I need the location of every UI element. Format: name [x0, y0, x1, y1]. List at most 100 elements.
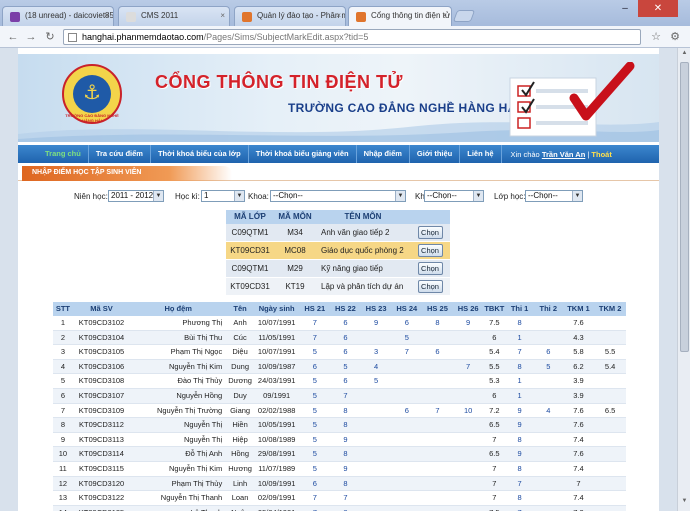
cell-thi2[interactable] [534, 491, 563, 505]
cell-hs22[interactable]: 7 [330, 389, 361, 403]
choose-subject-button[interactable]: Chọn [417, 244, 443, 257]
course-select[interactable]: --Chọn-- ▼ [424, 190, 484, 202]
vertical-scrollbar[interactable]: ▲ ▼ [677, 48, 690, 511]
cell-hs26[interactable] [453, 331, 484, 345]
cell-hs26[interactable] [453, 433, 484, 447]
cell-hs23[interactable] [361, 433, 392, 447]
cell-hs24[interactable] [391, 491, 422, 505]
semester-select[interactable]: 1 ▼ [201, 190, 245, 202]
cell-hs21[interactable]: 6 [299, 360, 330, 374]
cell-hs25[interactable] [422, 331, 453, 345]
cell-hs25[interactable] [422, 418, 453, 432]
cell-thi1[interactable]: 8 [505, 433, 534, 447]
cell-hs21[interactable]: 7 [299, 491, 330, 505]
class-select[interactable]: --Chọn-- ▼ [525, 190, 583, 202]
table-row[interactable]: 13 KT09CD3122 Nguyễn Thị Thanh Loan 02/09/19… [53, 491, 626, 506]
cell-hs25[interactable]: 7 [422, 404, 453, 418]
table-row[interactable]: 4 KT09CD3106 Nguyễn Thị Kim Dung 10/09/1987 6… [53, 359, 626, 375]
cell-hs25[interactable] [422, 477, 453, 491]
nav-teacher-timetable[interactable]: Thời khoá biểu giảng viên [249, 145, 357, 163]
cell-hs24[interactable]: 7 [391, 345, 422, 359]
cell-thi2[interactable] [534, 374, 563, 388]
cell-thi1[interactable]: 8 [505, 491, 534, 505]
browser-tab-training[interactable]: Quản lý đào tạo - Phân m × [234, 6, 346, 26]
cell-hs21[interactable]: 7 [299, 506, 330, 511]
cell-hs22[interactable]: 8 [330, 477, 361, 491]
cell-hs22[interactable]: 8 [330, 404, 361, 418]
new-tab-button[interactable] [452, 10, 476, 22]
cell-hs24[interactable] [391, 433, 422, 447]
cell-hs21[interactable]: 6 [299, 477, 330, 491]
cell-hs24[interactable] [391, 360, 422, 374]
cell-thi2[interactable] [534, 418, 563, 432]
cell-hs23[interactable] [361, 404, 392, 418]
close-window-button[interactable]: ✕ [638, 0, 678, 17]
choose-subject-button[interactable]: Chọn [417, 280, 443, 293]
cell-hs26[interactable] [453, 389, 484, 403]
cell-thi1[interactable]: 9 [505, 404, 534, 418]
cell-hs26[interactable]: 10 [453, 404, 484, 418]
cell-thi2[interactable] [534, 462, 563, 476]
tab-close-icon[interactable]: × [104, 11, 109, 20]
nav-mark-lookup[interactable]: Tra cứu điểm [89, 145, 151, 163]
table-row[interactable]: 10 KT09CD3114 Đỗ Thị Anh Hồng 29/08/1991 5 8 6.… [53, 447, 626, 462]
choose-subject-button[interactable]: Chọn [417, 226, 443, 239]
cell-hs22[interactable]: 6 [330, 374, 361, 388]
cell-hs24[interactable]: 5 [391, 331, 422, 345]
cell-hs26[interactable] [453, 418, 484, 432]
cell-hs24[interactable]: 6 [391, 404, 422, 418]
cell-hs25[interactable] [422, 462, 453, 476]
cell-hs21[interactable]: 5 [299, 389, 330, 403]
cell-hs25[interactable] [422, 433, 453, 447]
nav-class-timetable[interactable]: Thời khoá biểu của lớp [151, 145, 249, 163]
subject-row[interactable]: KT09CD31 MC08 Giáo dục quốc phòng 2 Chọn [226, 242, 450, 260]
cell-hs26[interactable] [453, 447, 484, 461]
cell-hs23[interactable] [361, 477, 392, 491]
cell-thi1[interactable]: 7 [505, 345, 534, 359]
scroll-up-icon[interactable]: ▲ [680, 50, 689, 60]
cell-hs23[interactable]: 9 [361, 316, 392, 330]
choose-subject-button[interactable]: Chọn [417, 262, 443, 275]
cell-thi2[interactable] [534, 389, 563, 403]
cell-hs21[interactable]: 5 [299, 345, 330, 359]
cell-hs24[interactable] [391, 418, 422, 432]
cell-hs22[interactable]: 5 [330, 360, 361, 374]
cell-hs22[interactable]: 8 [330, 506, 361, 511]
cell-thi2[interactable]: 5 [534, 360, 563, 374]
cell-hs25[interactable]: 6 [422, 345, 453, 359]
nav-about[interactable]: Giới thiệu [410, 145, 461, 163]
cell-hs22[interactable]: 6 [330, 316, 361, 330]
cell-thi2[interactable] [534, 331, 563, 345]
subject-row[interactable]: C09QTM1 M29 Kỹ năng giao tiếp Chọn [226, 260, 450, 278]
cell-hs23[interactable] [361, 506, 392, 511]
tab-close-icon[interactable]: × [220, 11, 225, 20]
cell-hs23[interactable]: 3 [361, 345, 392, 359]
cell-hs21[interactable]: 5 [299, 433, 330, 447]
cell-hs22[interactable]: 6 [330, 345, 361, 359]
academic-year-select[interactable]: 2011 - 2012 ▼ [108, 190, 164, 202]
browser-tab-portal[interactable]: Cổng thông tin điện tử CĐ × [348, 6, 452, 27]
cell-hs23[interactable]: 5 [361, 374, 392, 388]
cell-hs23[interactable] [361, 462, 392, 476]
cell-hs25[interactable] [422, 360, 453, 374]
table-row[interactable]: 2 KT09CD3104 Bùi Thị Thu Cúc 11/05/1991 7 6 5 6 1… [53, 330, 626, 346]
cell-hs21[interactable]: 7 [299, 331, 330, 345]
cell-hs22[interactable]: 9 [330, 433, 361, 447]
cell-hs24[interactable] [391, 374, 422, 388]
forward-button[interactable]: → [23, 29, 39, 45]
table-row[interactable]: 12 KT09CD3120 Phạm Thị Thủy Linh 10/09/1991 6… [53, 476, 626, 492]
cell-hs21[interactable]: 5 [299, 374, 330, 388]
cell-thi2[interactable]: 6 [534, 345, 563, 359]
cell-thi2[interactable] [534, 447, 563, 461]
table-row[interactable]: 5 KT09CD3108 Đào Thị Thủy Dương 24/03/1991 5 6… [53, 374, 626, 389]
cell-hs21[interactable]: 5 [299, 418, 330, 432]
cell-hs24[interactable] [391, 389, 422, 403]
cell-hs21[interactable]: 5 [299, 404, 330, 418]
scroll-down-icon[interactable]: ▼ [680, 498, 689, 508]
cell-hs25[interactable] [422, 447, 453, 461]
cell-hs23[interactable] [361, 389, 392, 403]
cell-hs26[interactable] [453, 374, 484, 388]
reload-button[interactable]: ↻ [42, 29, 58, 45]
table-row[interactable]: 1 KT09CD3102 Phương Thị Anh 10/07/1991 7 6 9 6 8 9… [53, 316, 626, 331]
table-row[interactable]: 14KT09CD3125Lê ThanhNgân05/04/1991787.57… [53, 505, 626, 511]
